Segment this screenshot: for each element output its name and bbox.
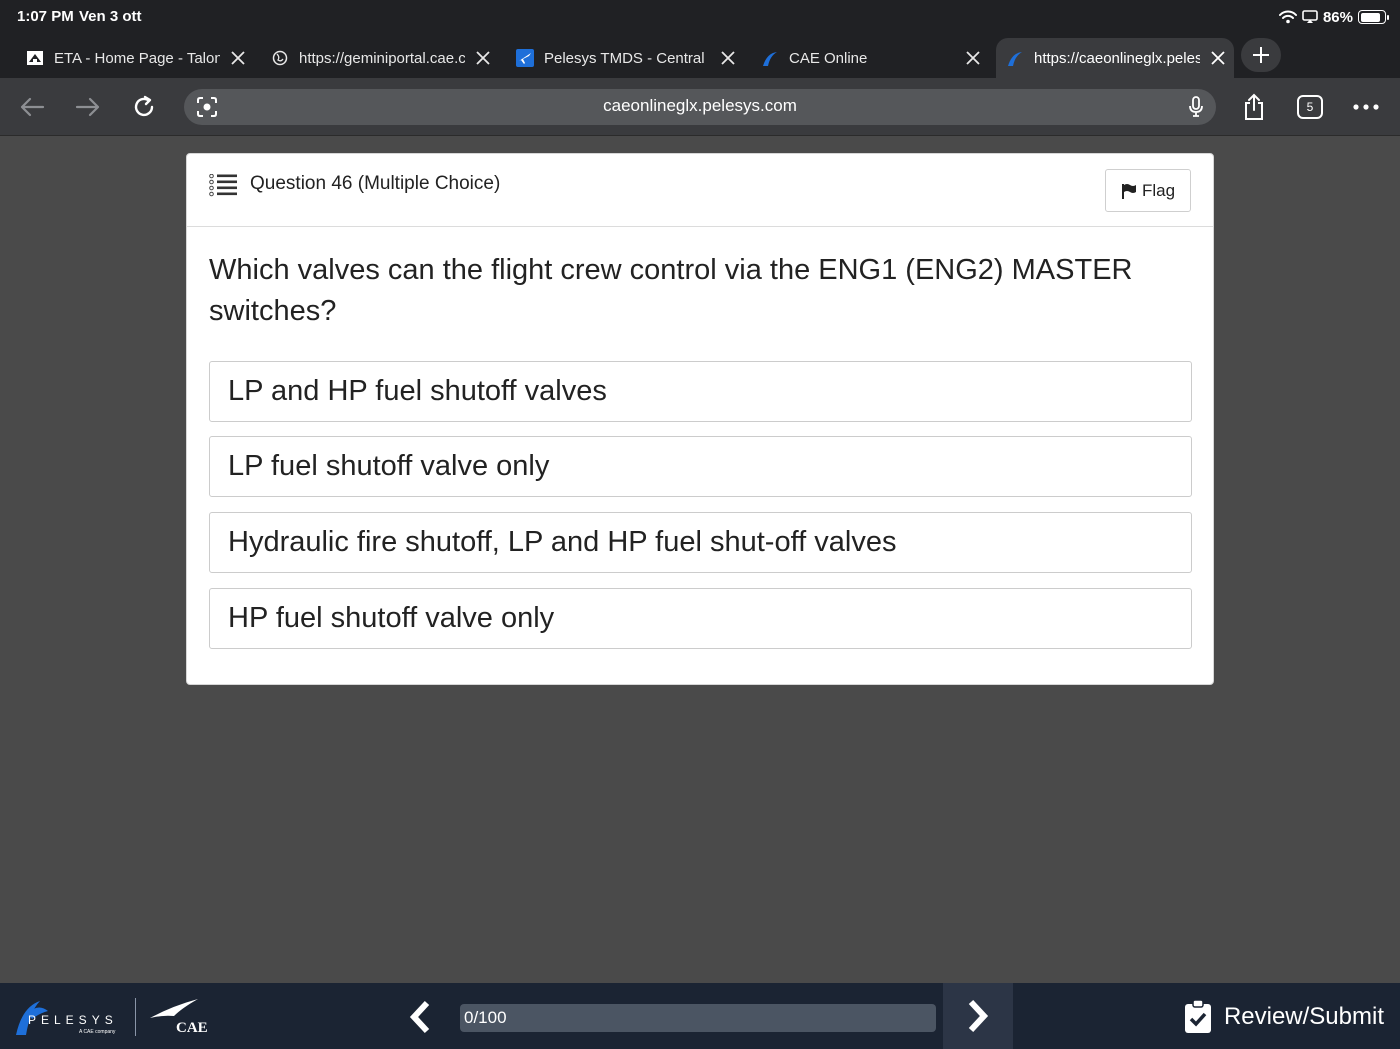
- tab-geminiportal[interactable]: https://geminiportal.cae.com: [271, 38, 495, 78]
- tab-switcher-button[interactable]: 5: [1294, 91, 1326, 123]
- share-icon: [1245, 93, 1263, 120]
- svg-text:PELESYS: PELESYS: [28, 1013, 118, 1027]
- reload-icon: [134, 95, 154, 117]
- tab-title: ETA - Home Page - Talon: [54, 49, 220, 67]
- tab-pelesys-tmds[interactable]: Pelesys TMDS - Central: [516, 38, 740, 78]
- review-submit-button[interactable]: Review/Submit: [1184, 1000, 1384, 1034]
- url-text: caeonlineglx.pelesys.com: [603, 96, 797, 115]
- flag-label: Flag: [1141, 180, 1176, 200]
- question-list-icon[interactable]: [209, 173, 239, 203]
- review-submit-label: Review/Submit: [1223, 1003, 1384, 1030]
- house-icon: [26, 49, 44, 67]
- answer-option-c[interactable]: Hydraulic fire shutoff, LP and HP fuel s…: [209, 512, 1192, 573]
- battery-fill: [1360, 12, 1381, 22]
- logo-divider: [135, 998, 136, 1036]
- close-icon[interactable]: [226, 46, 250, 70]
- status-date: Ven 3 ott: [79, 8, 142, 25]
- tab-cae-online[interactable]: CAE Online: [761, 38, 985, 78]
- new-tab-button[interactable]: [1241, 38, 1281, 72]
- question-header: Question 46 (Multiple Choice) Flag: [187, 154, 1213, 227]
- answer-option-d[interactable]: HP fuel shutoff valve only: [209, 588, 1192, 649]
- pelesys-icon: [1006, 49, 1024, 67]
- plane-icon: [516, 49, 534, 67]
- close-icon[interactable]: [471, 46, 495, 70]
- clipboard-check-icon: [1184, 1000, 1211, 1033]
- pelesys-logo: PELESYS A CAE company: [14, 997, 126, 1037]
- battery-icon: [1358, 10, 1389, 24]
- answer-option-b[interactable]: LP fuel shutoff valve only: [209, 436, 1192, 497]
- globe-icon: [271, 49, 289, 67]
- screen-mirror-icon: [1302, 10, 1318, 23]
- tab-title: CAE Online: [789, 49, 868, 67]
- svg-text:CAE: CAE: [176, 1020, 208, 1036]
- tab-title: Pelesys TMDS - Central: [544, 49, 705, 67]
- question-text: Which valves can the flight crew control…: [209, 254, 1133, 327]
- status-indicators: 86%: [1278, 7, 1389, 27]
- tab-title: https://caeonlineglx.pelesys.com: [1034, 49, 1200, 67]
- tab-title: https://geminiportal.cae.com: [299, 49, 465, 67]
- exam-footer: PELESYS A CAE company CAE 0/100 Review/S…: [0, 983, 1400, 1049]
- chevron-right-icon: [968, 999, 989, 1033]
- browser-toolbar: caeonlineglx.pelesys.com 5: [0, 78, 1400, 136]
- ellipsis-icon: [1353, 104, 1379, 110]
- wifi-icon: [1278, 10, 1297, 24]
- chevron-left-icon: [409, 1000, 430, 1034]
- share-button[interactable]: [1238, 91, 1270, 123]
- arrow-right-icon: [75, 97, 100, 117]
- tab-caeonlineglx[interactable]: https://caeonlineglx.pelesys.com: [996, 38, 1234, 78]
- status-time: 1:07 PM: [17, 8, 74, 25]
- svg-text:A CAE company: A CAE company: [79, 1029, 116, 1035]
- tab-count: 5: [1297, 95, 1323, 119]
- forward-button[interactable]: [72, 91, 104, 123]
- progress-text: 0/100: [464, 1008, 507, 1027]
- progress-bar: 0/100: [460, 1004, 936, 1032]
- battery-percent: 86%: [1322, 8, 1353, 26]
- microphone-icon[interactable]: [1188, 96, 1204, 123]
- status-bar: 1:07 PM Ven 3 ott 86%: [0, 0, 1400, 34]
- answer-option-a[interactable]: LP and HP fuel shutoff valves: [209, 361, 1192, 422]
- back-button[interactable]: [16, 91, 48, 123]
- question-title: Question 46 (Multiple Choice): [250, 173, 501, 194]
- address-bar[interactable]: caeonlineglx.pelesys.com: [184, 89, 1216, 125]
- plus-icon: [1253, 47, 1269, 63]
- cae-logo: CAE: [148, 996, 212, 1036]
- arrow-left-icon: [20, 97, 45, 117]
- more-menu-button[interactable]: [1350, 91, 1382, 123]
- next-question-button[interactable]: [943, 983, 1013, 1049]
- close-icon[interactable]: [961, 46, 985, 70]
- flag-icon: [1121, 183, 1136, 199]
- flag-button[interactable]: Flag: [1105, 169, 1191, 212]
- reload-button[interactable]: [128, 91, 160, 123]
- tab-eta-home[interactable]: ETA - Home Page - Talon: [26, 38, 250, 78]
- close-icon[interactable]: [716, 46, 740, 70]
- close-icon[interactable]: [1206, 46, 1230, 70]
- question-card: Question 46 (Multiple Choice) Flag Which…: [186, 153, 1214, 685]
- tab-strip: ETA - Home Page - Talon https://geminipo…: [0, 34, 1400, 98]
- previous-question-button[interactable]: [400, 997, 440, 1037]
- pelesys-icon: [761, 49, 779, 67]
